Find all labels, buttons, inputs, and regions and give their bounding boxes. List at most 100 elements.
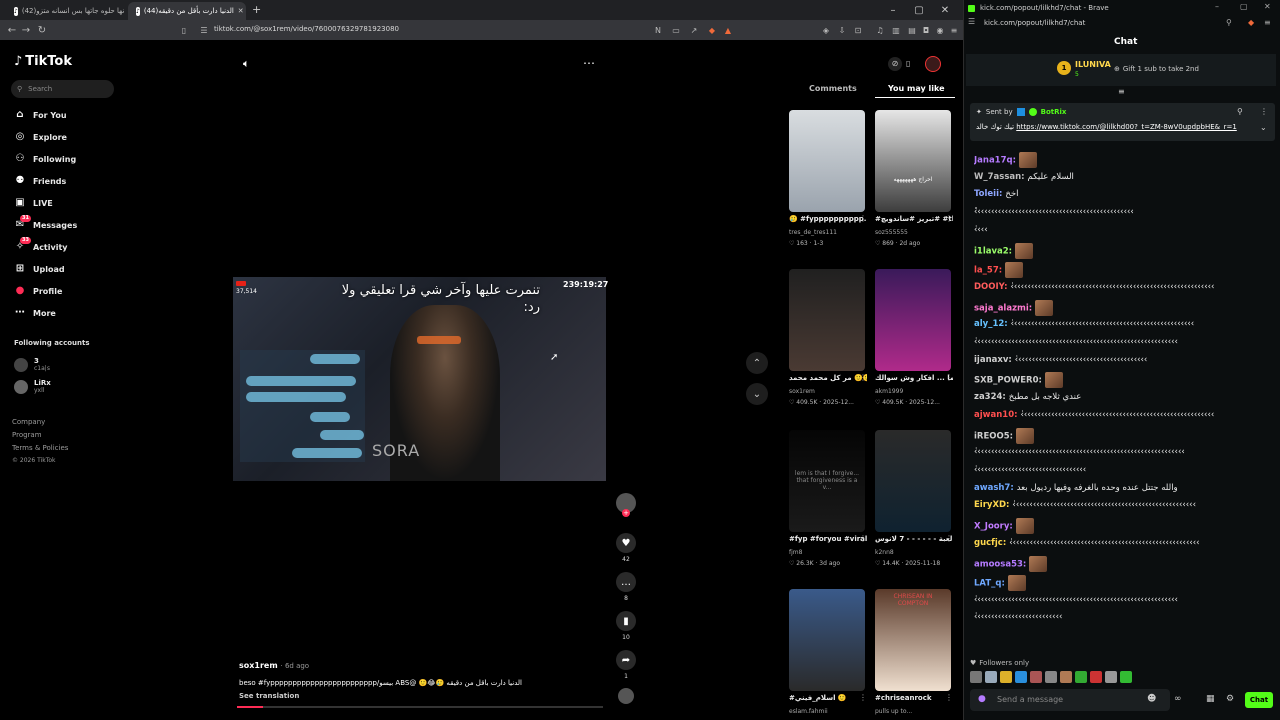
footer-company[interactable]: Company [12, 418, 45, 426]
chat-username[interactable]: X_Joory: [974, 522, 1016, 532]
tab-2[interactable]: ♪ (44)الدنيا دارت بأقل من دقيقه ✕ [128, 2, 246, 20]
video-author[interactable]: sox1rem · 6d ago [239, 661, 309, 670]
emote-icon[interactable] [1105, 671, 1117, 683]
media-icon[interactable]: ♫ [874, 24, 886, 36]
emoji-icon[interactable]: ☻ [1147, 694, 1156, 704]
chat-username[interactable]: gucfjc: [974, 538, 1009, 548]
brave-shield-icon[interactable]: ◆ [706, 24, 718, 36]
footer-program[interactable]: Program [12, 431, 42, 439]
menu-icon[interactable]: ≡ [948, 24, 960, 36]
wallet-icon[interactable]: ◘ [920, 24, 932, 36]
emote-icon[interactable] [970, 671, 982, 683]
recommended-video-thumbnail[interactable]: lem is that I forgive... that forgivenes… [789, 430, 865, 532]
cast-icon[interactable]: ▭ [670, 24, 682, 36]
chat-username[interactable]: za324: [974, 392, 1009, 402]
recommended-video-title[interactable]: #fyp #foryou #viral... [789, 535, 867, 543]
extension-icon[interactable]: ◈ [820, 24, 832, 36]
music-disc-button[interactable] [615, 688, 637, 704]
share-page-icon[interactable]: ↗ [688, 24, 700, 36]
infinity-icon[interactable]: ∞ [1174, 694, 1182, 704]
chat-username[interactable]: ajwan10: [974, 410, 1020, 420]
tabs-icon[interactable]: ▤ [906, 24, 918, 36]
recommended-video-author[interactable]: eslam.fahmii [789, 708, 867, 715]
kick-url-text[interactable]: kick.com/popout/lilkhd7/chat [984, 19, 1085, 27]
chat-username[interactable]: saja_alazmi: [974, 303, 1035, 313]
recommended-video-title[interactable]: #chriseanrock [875, 694, 953, 702]
chat-username[interactable]: i1lava2: [974, 246, 1015, 256]
kick-menu-icon[interactable]: ≡ [1264, 18, 1271, 27]
send-message-input[interactable]: ● Send a message ☻ [970, 689, 1170, 711]
card-more-icon[interactable]: ⋮ [859, 534, 867, 543]
recommended-video-author[interactable]: k2nn8 [875, 549, 953, 556]
chat-username[interactable]: aly_12: [974, 319, 1011, 329]
recommended-video-thumbnail[interactable] [789, 110, 865, 212]
recommended-video-thumbnail[interactable] [789, 589, 865, 691]
recommended-video-thumbnail[interactable]: CHRISEAN IN COMPTON [875, 589, 951, 691]
top-gifter-name[interactable]: ILUNIVA [1075, 60, 1111, 69]
recommended-video-title[interactable]: قول وش سوالك بدون ما ... افكار وش سوالك [875, 374, 953, 382]
shop-icon[interactable]: ▦ [1206, 694, 1215, 704]
new-tab-button[interactable]: + [252, 3, 261, 16]
card-more-icon[interactable]: ⋮ [859, 693, 867, 702]
mic-icon[interactable]: ● [978, 694, 986, 704]
chat-username[interactable]: EiryXD: [974, 500, 1012, 510]
volume-icon[interactable]: 🔈︎ [243, 57, 250, 71]
recommended-video-author[interactable]: akm1999 [875, 388, 953, 395]
nav-profile[interactable]: ● Profile [14, 282, 63, 300]
nav-more[interactable]: ⋯ More [14, 304, 56, 322]
emote-icon[interactable] [1015, 671, 1027, 683]
emote-icon[interactable] [1000, 671, 1012, 683]
recommended-video-author[interactable]: tres_de_tres111 [789, 229, 867, 236]
emote-icon[interactable] [1030, 671, 1042, 683]
close-window-button[interactable]: ✕ [932, 0, 958, 20]
prev-video-button[interactable]: ⌃ [746, 352, 768, 374]
recommended-video-author[interactable]: pulls up to... [875, 708, 953, 715]
chat-username[interactable]: SXB_POWER0: [974, 376, 1045, 386]
card-more-icon[interactable]: ⋮ [859, 214, 867, 223]
kick-brave-shield-icon[interactable]: ◆ [1248, 18, 1254, 27]
card-more-icon[interactable]: ⋮ [945, 534, 953, 543]
send-chat-button[interactable]: Chat [1245, 692, 1273, 708]
kick-close-button[interactable]: ✕ [1264, 2, 1271, 11]
recommended-video-thumbnail[interactable] [875, 430, 951, 532]
pinned-message[interactable]: ✦ Sent by BotRix تيك توك خالد https://ww… [970, 103, 1275, 141]
comment-button[interactable]: … 8 [615, 572, 637, 602]
reload-icon[interactable]: ↻ [34, 22, 50, 38]
recommended-video-author[interactable]: fjm8 [789, 549, 867, 556]
nav-live[interactable]: ▣ LIVE [14, 194, 52, 212]
tab-1[interactable]: ♪ (42)يالله انها حلوه جاتها بس انسانه مت… [6, 2, 124, 20]
author-avatar-button[interactable]: + [615, 493, 637, 517]
nav-upload[interactable]: ⊞ Upload [14, 260, 65, 278]
nav-activity[interactable]: ✧ 33 Activity [14, 237, 68, 256]
chat-username[interactable]: Toleii: [974, 189, 1005, 199]
kick-zoom-icon[interactable]: ⚲ [1226, 18, 1232, 27]
nav-for-you[interactable]: ⌂ For You [14, 106, 66, 124]
video-progress-bar[interactable] [237, 706, 603, 708]
maximize-button[interactable]: ▢ [906, 0, 932, 20]
see-translation-link[interactable]: See translation [239, 692, 299, 700]
nav-following[interactable]: ⚇ Following [14, 150, 77, 168]
forward-icon[interactable]: → [18, 22, 34, 38]
recommended-video-author[interactable]: sox1rem [789, 388, 867, 395]
pinned-more-icon[interactable]: ⋮ [1260, 107, 1268, 116]
chat-username[interactable]: DOOIY: [974, 282, 1010, 292]
nav-friends[interactable]: ⚉ Friends [14, 172, 67, 190]
site-info-icon[interactable]: ☰ [198, 24, 210, 36]
tab-you-may-like[interactable]: You may like [888, 84, 945, 93]
card-more-icon[interactable]: ⋮ [945, 693, 953, 702]
close-tab-icon[interactable]: ✕ [238, 7, 244, 15]
follow-plus-icon[interactable]: + [622, 509, 630, 517]
filter-icon[interactable]: ≡ [1118, 87, 1125, 96]
chevron-down-icon[interactable]: ⌄ [1260, 123, 1267, 132]
tiktok-logo[interactable]: ♪ TikTok [14, 54, 72, 69]
screenshot-icon[interactable]: ⊡ [852, 24, 864, 36]
recommended-video-title[interactable]: مر كل محمد محمد 🙂🙂 @jntel_ @ABS... [789, 374, 867, 382]
brave-rewards-icon[interactable]: ▲ [722, 24, 734, 36]
profile-avatar[interactable] [925, 56, 941, 72]
chat-username[interactable]: iREOO5: [974, 431, 1016, 441]
recommended-video-thumbnail[interactable] [789, 269, 865, 371]
more-options-icon[interactable]: ⋯ [583, 56, 595, 70]
following-account-2[interactable]: LiRx yxll [14, 379, 51, 394]
kick-maximize-button[interactable]: ▢ [1240, 2, 1248, 11]
heart-button[interactable]: ♥ 42 [615, 533, 637, 563]
